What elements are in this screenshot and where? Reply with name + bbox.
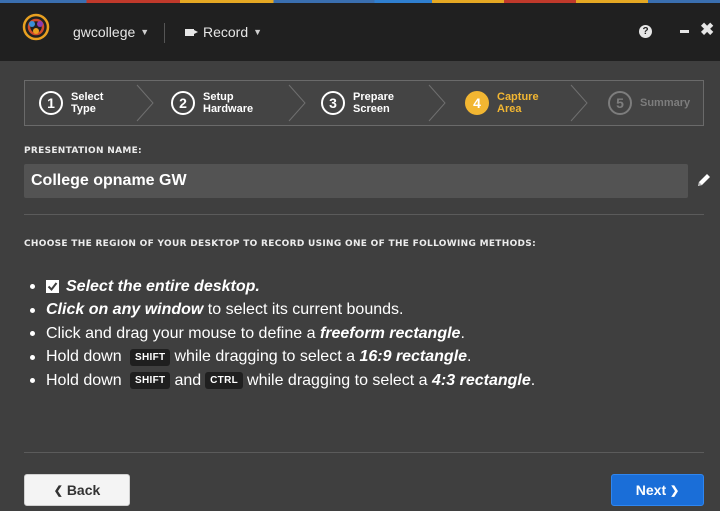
back-button[interactable]: ❮ Back (24, 474, 130, 506)
bullet-icon (30, 378, 35, 384)
step-label: Hardware (203, 103, 254, 115)
bullet-icon (30, 331, 35, 337)
emphasis-text: Click on any window (46, 301, 204, 319)
app-logo-icon (22, 13, 50, 41)
step-summary[interactable]: 5 Summary (608, 81, 690, 125)
next-button[interactable]: Next ❯ (611, 474, 704, 506)
methods-heading: CHOOSE THE REGION OF YOUR DESKTOP TO REC… (24, 239, 536, 249)
next-label: Next (635, 482, 667, 498)
account-menu[interactable]: gwcollege ▼ (73, 3, 149, 61)
emphasis-text: 4:3 rectangle (432, 371, 531, 389)
bullet-icon (30, 354, 35, 360)
chevron-down-icon: ▼ (140, 27, 150, 37)
chevron-right-icon (428, 84, 446, 122)
instruction-text: . (530, 371, 536, 389)
presentation-name-field[interactable]: College opname GW (24, 164, 688, 198)
step-label: Screen (353, 103, 390, 115)
list-item: Hold down SHIFT and CTRL while dragging to … (30, 369, 535, 393)
step-capture-area[interactable]: 4 Capture Area (465, 81, 539, 125)
step-label: Prepare (353, 91, 394, 103)
list-item: Click and drag your mouse to define a fr… (30, 322, 535, 346)
minimize-button[interactable] (680, 30, 689, 33)
step-number: 2 (171, 91, 195, 115)
chevron-right-icon: ❯ (670, 484, 680, 497)
bullet-icon (30, 307, 35, 313)
instruction-text: Click and drag your mouse to define a (46, 324, 320, 342)
select-desktop-checkbox[interactable] (46, 280, 59, 294)
list-item: Select the entire desktop. (30, 275, 535, 299)
instruction-text: while dragging to select a (174, 348, 360, 366)
list-item: Hold down SHIFT while dragging to select … (30, 346, 535, 370)
step-prepare-screen[interactable]: 3 Prepare Screen (321, 81, 394, 125)
step-setup-hardware[interactable]: 2 Setup Hardware (171, 81, 253, 125)
instruction-text: Hold down (46, 348, 127, 366)
checkmark-icon (47, 282, 58, 292)
instruction-text: . (460, 324, 465, 342)
instruction-text: while dragging to select a (247, 371, 433, 389)
chevron-right-icon (288, 84, 306, 122)
record-label: Record (203, 24, 249, 40)
instruction-text: and (174, 371, 202, 389)
step-label: Type (71, 103, 96, 115)
chevron-right-icon (136, 84, 154, 122)
divider (24, 452, 704, 453)
close-button[interactable]: ✖ (700, 20, 714, 40)
menu-divider (164, 23, 165, 43)
capture-methods-list: Select the entire desktop. Click on any … (30, 275, 535, 393)
step-select-type[interactable]: 1 Select Type (39, 81, 103, 125)
chevron-down-icon: ▼ (253, 27, 263, 37)
shift-key-badge: SHIFT (130, 348, 171, 366)
step-number: 4 (465, 91, 489, 115)
title-bar: gwcollege ▼ Record ▼ ? ✖ (0, 3, 720, 61)
instruction-text: . (467, 348, 472, 366)
account-label: gwcollege (73, 24, 136, 40)
camera-icon (185, 28, 198, 36)
chevron-left-icon: ❮ (53, 484, 63, 497)
emphasis-text: freeform rectangle (319, 324, 461, 342)
ctrl-key-badge: CTRL (205, 372, 244, 390)
shift-key-badge: SHIFT (130, 372, 171, 390)
step-number: 1 (39, 91, 63, 115)
list-item: Click on any window to select its curren… (30, 299, 535, 323)
emphasis-text: 16:9 rectangle (359, 348, 468, 366)
wizard-steps: 1 Select Type 2 Setup Hardware 3 Prepare Sc… (24, 80, 704, 126)
help-button[interactable]: ? (639, 25, 652, 38)
step-label: Area (497, 103, 522, 115)
step-number: 5 (608, 91, 632, 115)
presentation-name-label: PRESENTATION NAME: (24, 146, 142, 156)
record-menu[interactable]: Record ▼ (185, 3, 262, 61)
edit-pencil-icon[interactable] (696, 172, 712, 188)
chevron-right-icon (570, 84, 588, 122)
back-label: Back (66, 482, 101, 498)
select-desktop-option[interactable]: Select the entire desktop. (66, 278, 260, 296)
step-label: Select (71, 91, 104, 103)
step-number: 3 (321, 91, 345, 115)
instruction-text: to select its current bounds. (203, 301, 404, 319)
instruction-text: Hold down (46, 371, 127, 389)
step-label: Capture (497, 91, 539, 103)
step-label: Setup (203, 91, 234, 103)
bullet-icon (30, 284, 35, 290)
step-label: Summary (640, 97, 691, 109)
divider (24, 214, 704, 215)
